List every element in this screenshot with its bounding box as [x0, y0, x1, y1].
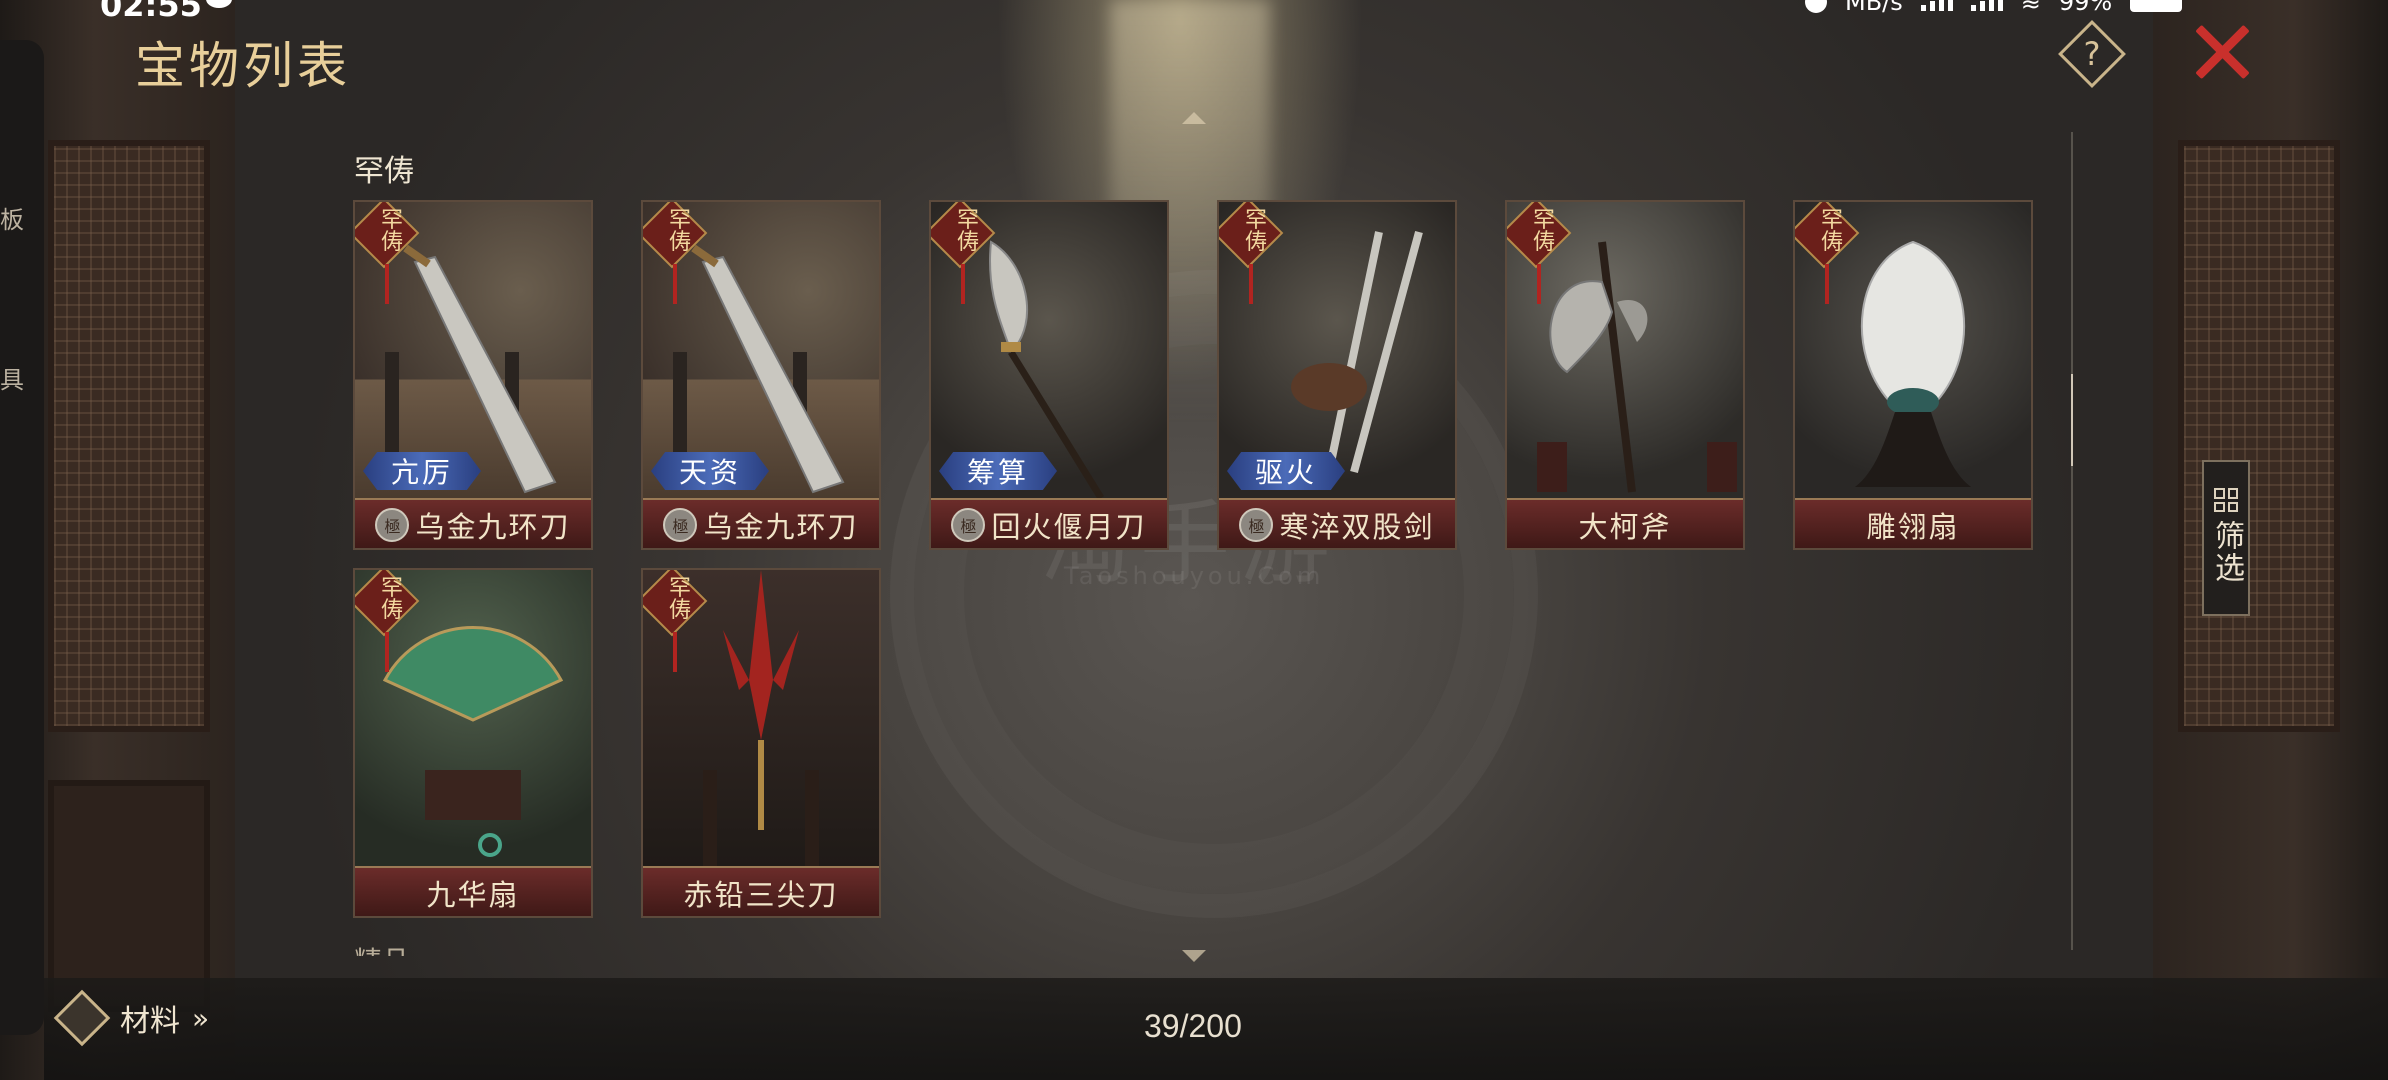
- skill-tag: 天资: [651, 452, 769, 490]
- treasure-nameplate: 赤铅三尖刀: [643, 866, 879, 916]
- rarity-label: 罕俦: [381, 208, 404, 255]
- treasure-card[interactable]: 罕俦 筹算 極 回火偃月刀: [929, 200, 1169, 550]
- tassel-decoration: [961, 264, 965, 304]
- treasure-nameplate: 九华扇: [355, 866, 591, 916]
- tassel-decoration: [673, 264, 677, 304]
- treasure-name: 回火偃月刀: [991, 510, 1147, 544]
- materials-button[interactable]: 材料 »: [53, 989, 210, 1047]
- signal-icon: [1970, 0, 2003, 11]
- signal-icon: [1920, 0, 1953, 11]
- treasure-nameplate: 雕翎扇: [1795, 498, 2031, 548]
- status-indicators: MB/s ≋ 99%: [1805, 0, 2183, 16]
- grade-icon: 極: [951, 508, 986, 542]
- network-speed: MB/s: [1845, 0, 1903, 16]
- treasure-name: 乌金九环刀: [415, 510, 571, 544]
- rarity-label: 罕俦: [1245, 208, 1268, 255]
- rarity-label: 罕俦: [669, 208, 692, 255]
- grid-icon: [2214, 488, 2238, 512]
- treasure-nameplate: 極 寒淬双股剑: [1219, 498, 1455, 548]
- grade-icon: 極: [375, 508, 410, 542]
- materials-icon: [53, 989, 111, 1047]
- wifi-icon: ≋: [2020, 0, 2041, 16]
- tassel-decoration: [385, 632, 389, 672]
- treasure-card[interactable]: 罕俦 赤铅三尖刀: [641, 568, 881, 918]
- alarm-icon: [1805, 0, 1827, 13]
- section-label: 罕俦: [354, 154, 414, 189]
- grade-icon: 極: [1239, 508, 1274, 542]
- page-title: 宝物列表: [135, 37, 351, 95]
- treasure-nameplate: 極 乌金九环刀: [355, 498, 591, 548]
- left-tab-char: 具: [0, 366, 24, 394]
- grade-icon: 極: [663, 508, 698, 542]
- next-section-label: 精品: [354, 940, 410, 956]
- scroll-up-icon: [1182, 112, 1206, 124]
- question-icon: ?: [2083, 35, 2101, 73]
- treasure-card[interactable]: 罕俦 雕翎扇: [1793, 200, 2033, 550]
- treasure-card[interactable]: 罕俦 驱火 極 寒淬双股剑: [1217, 200, 1457, 550]
- treasure-name: 大柯斧: [1578, 510, 1672, 544]
- battery-level: 99%: [2058, 0, 2113, 16]
- treasure-card[interactable]: 罕俦 大柯斧: [1505, 200, 1745, 550]
- skill-tag: 驱火: [1227, 452, 1345, 490]
- tassel-decoration: [1249, 264, 1253, 304]
- treasure-card[interactable]: 罕俦 亢厉 極 乌金九环刀: [353, 200, 593, 550]
- treasure-name: 雕翎扇: [1866, 510, 1960, 544]
- rarity-label: 罕俦: [1533, 208, 1556, 255]
- rarity-label: 罕俦: [957, 208, 980, 255]
- treasure-count: 39/200: [1144, 1008, 1242, 1044]
- treasure-nameplate: 極 回火偃月刀: [931, 498, 1167, 548]
- treasure-card[interactable]: 罕俦 九华扇: [353, 568, 593, 918]
- skill-tag: 筹算: [939, 452, 1057, 490]
- tassel-decoration: [673, 632, 677, 672]
- skill-tag: 亢厉: [363, 452, 481, 490]
- status-time: 02:55: [100, 0, 202, 24]
- filter-label: 筛选: [2209, 520, 2244, 584]
- rarity-label: 罕俦: [381, 576, 404, 623]
- treasure-nameplate: 極 乌金九环刀: [643, 498, 879, 548]
- scroll-down-icon: [1182, 950, 1206, 962]
- materials-label: 材料: [120, 1004, 180, 1039]
- treasure-nameplate: 大柯斧: [1507, 498, 1743, 548]
- close-button[interactable]: [2192, 22, 2252, 82]
- tassel-decoration: [385, 264, 389, 304]
- treasure-card[interactable]: 罕俦 天资 極 乌金九环刀: [641, 200, 881, 550]
- rarity-label: 罕俦: [669, 576, 692, 623]
- left-side-tab[interactable]: 板 具: [0, 40, 44, 1035]
- filter-button[interactable]: 筛选: [2202, 460, 2250, 616]
- double-chevron-right-icon: »: [192, 1001, 210, 1035]
- treasure-name: 九华扇: [426, 878, 520, 912]
- treasure-name: 寒淬双股剑: [1279, 510, 1435, 544]
- watermark-sub: Taoshouyou.Com: [1064, 562, 1325, 590]
- right-wall-decoration: [2153, 0, 2388, 1080]
- tassel-decoration: [1537, 264, 1541, 304]
- left-tab-char: 板: [0, 206, 24, 234]
- treasure-name: 赤铅三尖刀: [683, 878, 839, 912]
- scrollbar-thumb[interactable]: [2071, 374, 2073, 466]
- treasure-name: 乌金九环刀: [703, 510, 859, 544]
- battery-icon: [2130, 0, 2183, 12]
- scrollbar-track[interactable]: [2071, 132, 2073, 950]
- tassel-decoration: [1825, 264, 1829, 304]
- rarity-label: 罕俦: [1821, 208, 1844, 255]
